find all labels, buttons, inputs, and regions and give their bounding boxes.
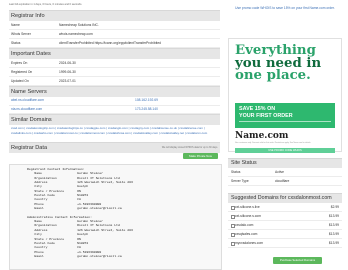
- info-row: Name Namecheap Solutions INC.: [9, 21, 220, 30]
- info-row: Status clientTransferProhibited https://i…: [9, 39, 220, 48]
- whois-raw-box: Registrant Contact Information: Name Gor…: [9, 164, 222, 270]
- important-dates-header: Important Dates: [9, 48, 220, 59]
- site-status-panel: Site Status Status Active Server Type clou…: [228, 158, 342, 186]
- domain-price: $13.99: [328, 232, 339, 236]
- purchase-domains-label: Purchase Selected Domains: [279, 258, 316, 262]
- ad-headline-3: one place.: [235, 68, 311, 83]
- suggested-domain: cxsdalo.com: [235, 223, 254, 227]
- status-value: Active: [275, 170, 284, 174]
- ad-headline: Everything you need in one place.: [235, 44, 321, 83]
- date-value: 2024-06-30: [59, 61, 76, 65]
- status-row: Status Active: [228, 168, 342, 177]
- ad-promo-button[interactable]: USE PROMO CODE WHOIS: [235, 148, 335, 153]
- info-value: Namecheap Solutions INC.: [59, 23, 99, 27]
- info-value: clientTransferProhibited https://icann.o…: [59, 41, 162, 45]
- suggested-domain: cxt-silicone.s.live: [235, 205, 260, 209]
- name-server-link[interactable]: abel.ns.cloudflare.com: [11, 97, 44, 105]
- domain-price: $13.99: [328, 241, 339, 245]
- info-label: Whois Server: [11, 32, 31, 36]
- date-label: Updated On: [11, 79, 29, 83]
- expiration-note: Last full expiration in 1 days, 0 hours,…: [9, 3, 83, 6]
- status-label: Status: [231, 170, 241, 174]
- name-com-ad[interactable]: Everything you need in one place. SAVE 1…: [228, 38, 342, 153]
- domain-price: $13.99: [328, 223, 339, 227]
- ad-save-line-2: YOUR FIRST ORDER: [239, 113, 293, 119]
- info-row: Whois Server whois.namecheap.com: [9, 30, 220, 39]
- ad-divider: [239, 121, 331, 122]
- domain-price: $2.99: [330, 205, 339, 209]
- date-value: 1999-06-30: [59, 70, 76, 74]
- ad-save-line-1: SAVE 15% ON: [239, 106, 276, 112]
- registrar-data-header: Registrar Data We will display stored WHO…: [9, 142, 220, 153]
- date-row: Registered On 1999-06-30: [9, 68, 220, 77]
- site-status-header: Site Status: [228, 158, 342, 168]
- date-label: Registered On: [11, 70, 33, 74]
- registrar-data-title: Registrar Data: [11, 145, 48, 151]
- domain-price: $13.99: [328, 214, 339, 218]
- promo-code-link[interactable]: Use promo code WHOIS to save 15% on your…: [228, 6, 342, 11]
- ad-offer-banner: SAVE 15% ON YOUR FIRST ORDER: [235, 103, 335, 128]
- suggested-row[interactable]: cxt-silicone.s.live $2.99: [228, 203, 342, 212]
- similar-domains-links[interactable]: cxsd.com | cxsdakondogtrip.com | cxsdate…: [9, 125, 220, 142]
- suggested-row[interactable]: cxsdalo.com $13.99: [228, 221, 342, 230]
- name-server-row: nia.ns.cloudflare.com 173.245.58.140: [9, 106, 220, 114]
- date-row: Updated On 2023-07-01: [9, 77, 220, 86]
- suggested-domain: mycxsdalones.com: [235, 241, 264, 245]
- suggested-domains-header: Suggested Domains for cxsdalonmost.com: [228, 193, 342, 203]
- suggested-row[interactable]: mycxsdalones.com $13.99: [228, 239, 342, 248]
- date-row: Expires On 2024-06-30: [9, 59, 220, 68]
- date-label: Expires On: [11, 61, 28, 65]
- info-label: Name: [11, 23, 20, 27]
- status-value: cloudflare: [275, 179, 290, 183]
- purchase-domains-button[interactable]: Purchase Selected Domains: [273, 257, 322, 264]
- status-label: Server Type: [231, 179, 249, 183]
- make-private-label: Make Private Now: [189, 154, 212, 158]
- similar-domains-header: Similar Domains: [9, 114, 220, 125]
- ip-link[interactable]: 108.162.192.69: [135, 97, 158, 105]
- ad-fine-print: New customers only. Discount valid on fi…: [235, 142, 311, 144]
- suggested-domains-panel: Suggested Domains for cxsdalonmost.com c…: [228, 193, 342, 248]
- date-value: 2023-07-01: [59, 79, 76, 83]
- ip-link[interactable]: 173.245.58.140: [135, 106, 158, 114]
- name-com-logo: Name.com: [235, 131, 289, 141]
- name-server-row: abel.ns.cloudflare.com 108.162.192.69: [9, 97, 220, 106]
- info-value: whois.namecheap.com: [59, 32, 93, 36]
- suggested-row[interactable]: cxt-silicone.s.com $13.99: [228, 212, 342, 221]
- name-server-link[interactable]: nia.ns.cloudflare.com: [11, 106, 42, 114]
- registrar-data-note: We will display stored WHOIS data for up…: [161, 146, 218, 149]
- suggested-row[interactable]: cxsqlsales.com $13.99: [228, 230, 342, 239]
- status-row: Server Type cloudflare: [228, 177, 342, 186]
- name-servers-header: Name Servers: [9, 86, 220, 97]
- main-column: Registrar Info Name Namecheap Solutions I…: [9, 10, 220, 153]
- suggested-domain: cxsqlsales.com: [235, 232, 258, 236]
- whois-raw-text: Registrant Contact Information: Name Gor…: [27, 167, 133, 258]
- suggested-domain: cxt-silicone.s.com: [235, 214, 262, 218]
- info-label: Status: [11, 41, 21, 45]
- make-private-button[interactable]: Make Private Now: [183, 153, 218, 159]
- registrar-info-header: Registrar Info: [9, 10, 220, 21]
